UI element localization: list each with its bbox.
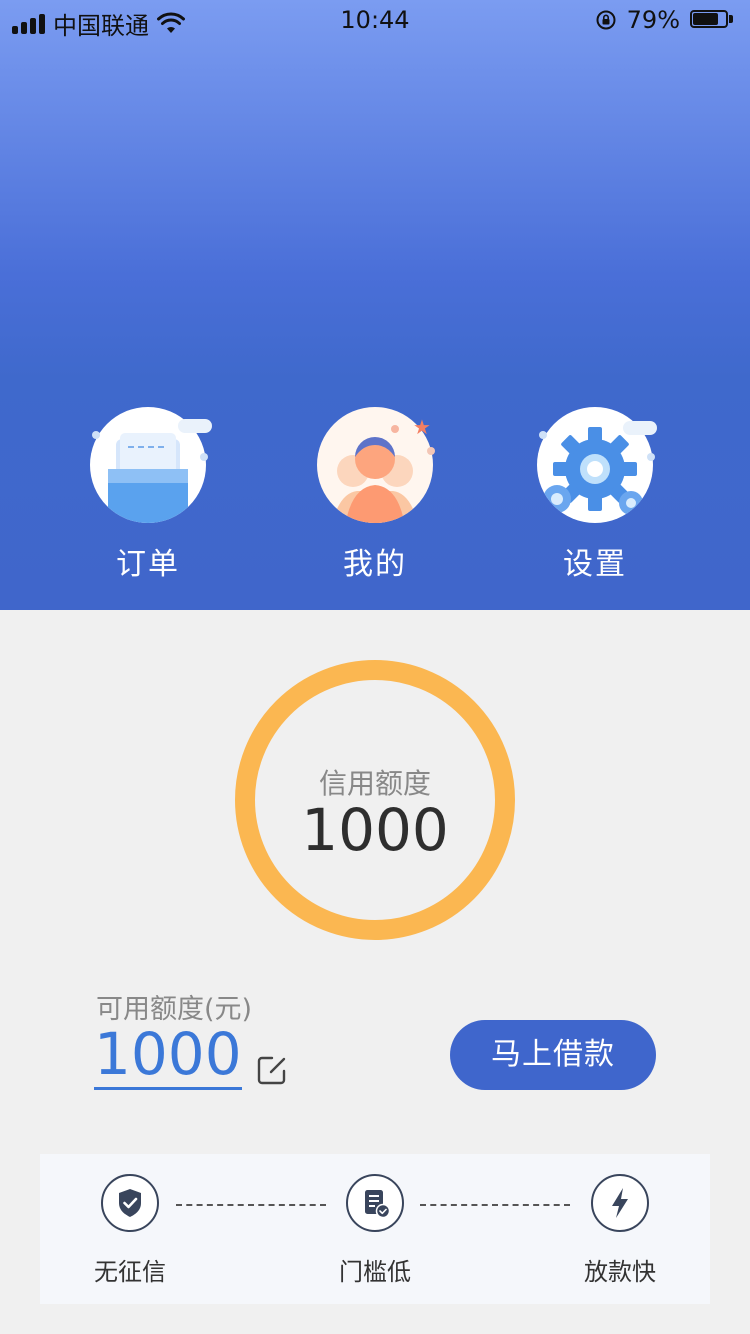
menu-item-orders[interactable]: 订单: [68, 405, 228, 583]
feature-label: 门槛低: [339, 1258, 411, 1286]
borrow-now-button[interactable]: 马上借款: [450, 1020, 656, 1090]
menu-label-orders: 订单: [116, 547, 180, 582]
header-banner: 中国联通 10:44 79% 订单 ★ 我的 设置: [0, 0, 750, 610]
credit-limit-ring: 信用额度 1000: [235, 660, 515, 940]
divider-dashed: [420, 1204, 570, 1206]
battery-icon: [690, 9, 736, 31]
edit-icon[interactable]: [256, 1054, 288, 1086]
quick-menu: 订单 ★ 我的 设置: [0, 405, 750, 595]
menu-item-profile[interactable]: ★ 我的: [295, 405, 455, 583]
shield-check-icon: [101, 1174, 159, 1232]
feature-label: 无征信: [94, 1258, 166, 1286]
lightning-icon: [591, 1174, 649, 1232]
rotation-lock-icon: [596, 10, 616, 30]
menu-label-settings: 设置: [563, 547, 627, 582]
feature-label: 放款快: [584, 1258, 656, 1286]
credit-limit-value: 1000: [301, 796, 449, 864]
status-bar: 中国联通 10:44 79%: [0, 0, 750, 40]
feature-low-threshold: 门槛低: [320, 1174, 430, 1287]
divider-dashed: [176, 1204, 326, 1206]
feature-no-credit-check: 无征信: [75, 1174, 185, 1287]
feature-strip: 无征信 门槛低 放款快: [40, 1154, 710, 1304]
battery-percent: 79%: [626, 6, 680, 34]
star-icon: ★: [413, 415, 431, 439]
menu-label-profile: 我的: [343, 547, 407, 582]
feature-fast-disbursement: 放款快: [565, 1174, 675, 1287]
document-check-icon: [346, 1174, 404, 1232]
menu-item-settings[interactable]: 设置: [515, 405, 675, 583]
available-amount-input[interactable]: 1000: [94, 1022, 242, 1090]
